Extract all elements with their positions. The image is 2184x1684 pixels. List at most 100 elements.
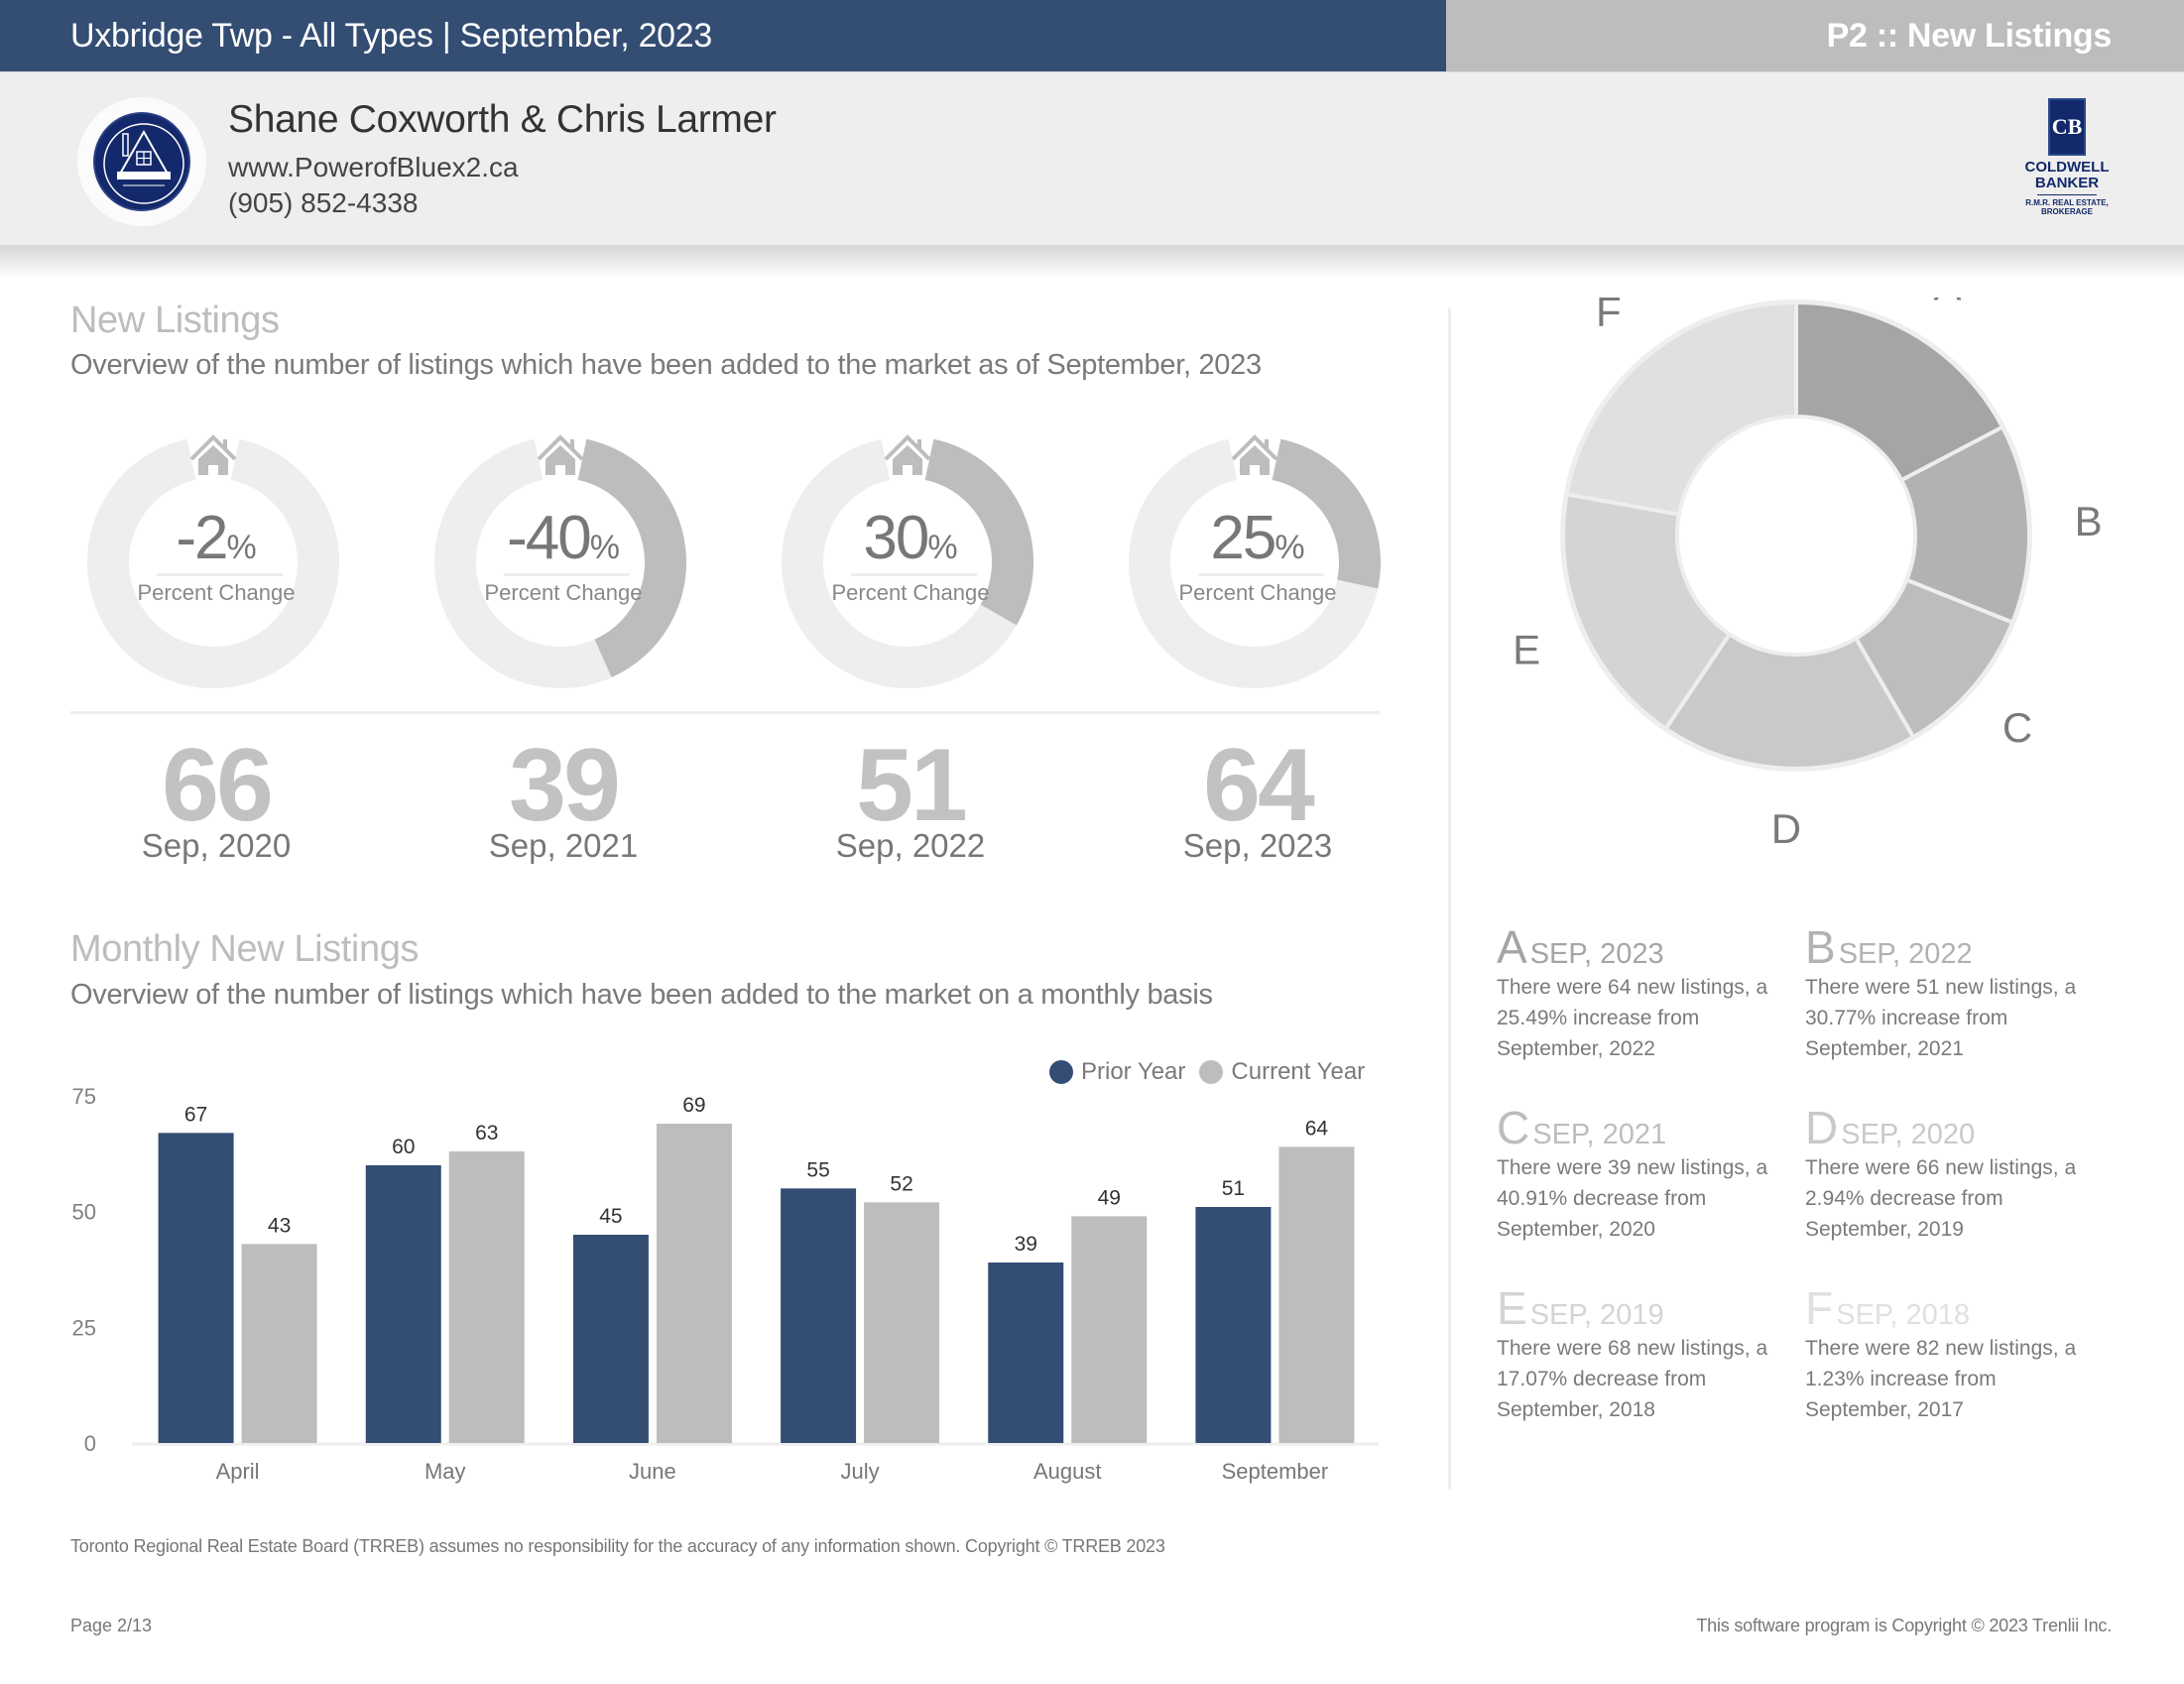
year-card-heading: D SEP, 2020 bbox=[1805, 1101, 2093, 1154]
year-card-text: There were 82 new listings, a 1.23% incr… bbox=[1805, 1337, 2077, 1421]
year-card-heading: B SEP, 2022 bbox=[1805, 920, 2093, 974]
bar bbox=[864, 1202, 940, 1443]
bar bbox=[1071, 1216, 1148, 1443]
monthly-title: Monthly New Listings bbox=[70, 928, 420, 970]
agent-website-link[interactable]: www.PowerofBluex2.ca bbox=[228, 152, 519, 183]
percent-number: -2 bbox=[176, 504, 228, 572]
bar-value-label: 43 bbox=[268, 1214, 291, 1237]
year-card-text: There were 68 new listings, a 17.07% dec… bbox=[1497, 1337, 1768, 1421]
agent-logo bbox=[77, 97, 206, 226]
year-card-heading: A SEP, 2023 bbox=[1497, 920, 1784, 974]
year-card-date: SEP, 2021 bbox=[1532, 1119, 1667, 1150]
year-card-letter: E bbox=[1497, 1282, 1527, 1334]
donut-slice-label: B bbox=[2075, 498, 2103, 544]
page-label: P2 :: New Listings bbox=[1446, 0, 2184, 71]
bar-value-label: 64 bbox=[1305, 1117, 1329, 1140]
y-tick-label: 50 bbox=[72, 1200, 96, 1225]
bar-value-label: 51 bbox=[1222, 1177, 1245, 1200]
gauge-rule bbox=[851, 573, 977, 576]
year-card: C SEP, 2021 There were 39 new listings, a … bbox=[1497, 1101, 1784, 1245]
house-icon bbox=[537, 434, 584, 475]
header-shadow bbox=[0, 245, 2184, 279]
bar-value-label: 45 bbox=[599, 1205, 622, 1228]
donut-hole bbox=[1679, 419, 1913, 653]
listing-date: Sep, 2020 bbox=[141, 827, 292, 864]
bar-value-label: 39 bbox=[1015, 1233, 1037, 1256]
x-tick-label: April bbox=[216, 1459, 260, 1484]
new-listings-title: New Listings bbox=[70, 300, 280, 341]
percent-unit: % bbox=[1274, 529, 1305, 566]
bar-value-label: 60 bbox=[392, 1136, 415, 1158]
bar bbox=[365, 1165, 441, 1443]
bar bbox=[781, 1188, 857, 1443]
percent-unit: % bbox=[589, 529, 620, 566]
year-card-text: There were 64 new listings, a 25.49% inc… bbox=[1497, 976, 1768, 1060]
year-card-letter: B bbox=[1805, 921, 1836, 973]
bar bbox=[1278, 1146, 1355, 1443]
power-of-blue-logo-icon bbox=[93, 112, 190, 211]
bar bbox=[988, 1263, 1064, 1443]
y-tick-label: 25 bbox=[72, 1315, 96, 1340]
donut-slice-label: E bbox=[1513, 627, 1540, 673]
bar bbox=[448, 1151, 525, 1443]
donut-slice-label: D bbox=[1771, 805, 1801, 852]
brand-line-4: BROKERAGE bbox=[2040, 207, 2093, 216]
brand-line-3: R.M.R. REAL ESTATE, bbox=[2025, 198, 2109, 207]
percent-change-label: Percent Change bbox=[831, 580, 990, 605]
x-tick-label: September bbox=[1222, 1459, 1329, 1484]
percent-change-value: 25% bbox=[1119, 503, 1396, 573]
gauge-rule bbox=[1198, 573, 1324, 576]
percent-number: 30 bbox=[863, 504, 929, 572]
bar bbox=[572, 1235, 649, 1443]
column-divider bbox=[1448, 307, 1451, 1490]
gauge: -40% Percent Change bbox=[425, 421, 702, 719]
coldwell-banker-logo: CB COLDWELL BANKER R.M.R. REAL ESTATE, B… bbox=[2015, 98, 2119, 217]
year-card-date: SEP, 2019 bbox=[1529, 1299, 1664, 1331]
percent-number: -40 bbox=[507, 504, 592, 572]
x-tick-label: July bbox=[841, 1459, 880, 1484]
monthly-bar-chart: 0 25 50 75 67 43 April 60 63 May 45 69 June 55 52 July 3… bbox=[72, 1084, 1379, 1484]
percent-unit: % bbox=[927, 529, 958, 566]
bar-value-label: 67 bbox=[184, 1103, 207, 1126]
bar bbox=[1195, 1207, 1272, 1443]
brand-line-1: COLDWELL bbox=[2024, 159, 2110, 176]
bar bbox=[241, 1244, 317, 1443]
year-card-letter: C bbox=[1497, 1102, 1529, 1153]
bar bbox=[656, 1124, 732, 1443]
x-tick-label: August bbox=[1033, 1459, 1102, 1484]
house-icon bbox=[189, 434, 237, 475]
year-card-text: There were 51 new listings, a 30.77% inc… bbox=[1805, 976, 2077, 1060]
x-tick-label: June bbox=[629, 1459, 676, 1484]
donut-slice-label: C bbox=[2002, 704, 2032, 751]
bar-value-label: 52 bbox=[890, 1172, 912, 1195]
listing-date: Sep, 2022 bbox=[835, 827, 986, 864]
y-tick-label: 0 bbox=[84, 1431, 96, 1456]
gauge: 30% Percent Change bbox=[772, 421, 1049, 719]
gauge: 25% Percent Change bbox=[1119, 421, 1396, 719]
percent-change-value: -40% bbox=[425, 503, 702, 573]
percent-change-label: Percent Change bbox=[484, 580, 643, 605]
percent-change-value: -2% bbox=[77, 503, 355, 573]
year-card-date: SEP, 2020 bbox=[1841, 1119, 1976, 1150]
donut-slice-label: A bbox=[1934, 298, 1962, 308]
year-card-text: There were 66 new listings, a 2.94% decr… bbox=[1805, 1156, 2077, 1241]
year-card: F SEP, 2018 There were 82 new listings, a … bbox=[1805, 1281, 2093, 1425]
percent-change-label: Percent Change bbox=[1178, 580, 1337, 605]
bar-value-label: 49 bbox=[1098, 1186, 1121, 1209]
year-card: D SEP, 2020 There were 66 new listings, a … bbox=[1805, 1101, 2093, 1245]
y-tick-label: 75 bbox=[72, 1084, 96, 1109]
donut-slice-label: F bbox=[1596, 298, 1622, 335]
coldwell-banker-monogram-icon: CB bbox=[2048, 98, 2086, 156]
year-card-date: SEP, 2022 bbox=[1838, 938, 1973, 970]
gauge-rule bbox=[504, 573, 630, 576]
brand-rule bbox=[2037, 194, 2097, 195]
house-icon bbox=[884, 434, 931, 475]
page-number: Page 2/13 bbox=[70, 1616, 153, 1635]
year-card-heading: E SEP, 2019 bbox=[1497, 1281, 1784, 1335]
year-card: B SEP, 2022 There were 51 new listings, a … bbox=[1805, 920, 2093, 1064]
software-copyright: This software program is Copyright © 202… bbox=[1696, 1616, 2112, 1635]
bar-value-label: 55 bbox=[806, 1158, 829, 1181]
disclaimer: Toronto Regional Real Estate Board (TRRE… bbox=[70, 1536, 1165, 1556]
yearly-donut-chart: A B C D E F bbox=[1513, 298, 2103, 852]
house-icon bbox=[1231, 434, 1278, 475]
